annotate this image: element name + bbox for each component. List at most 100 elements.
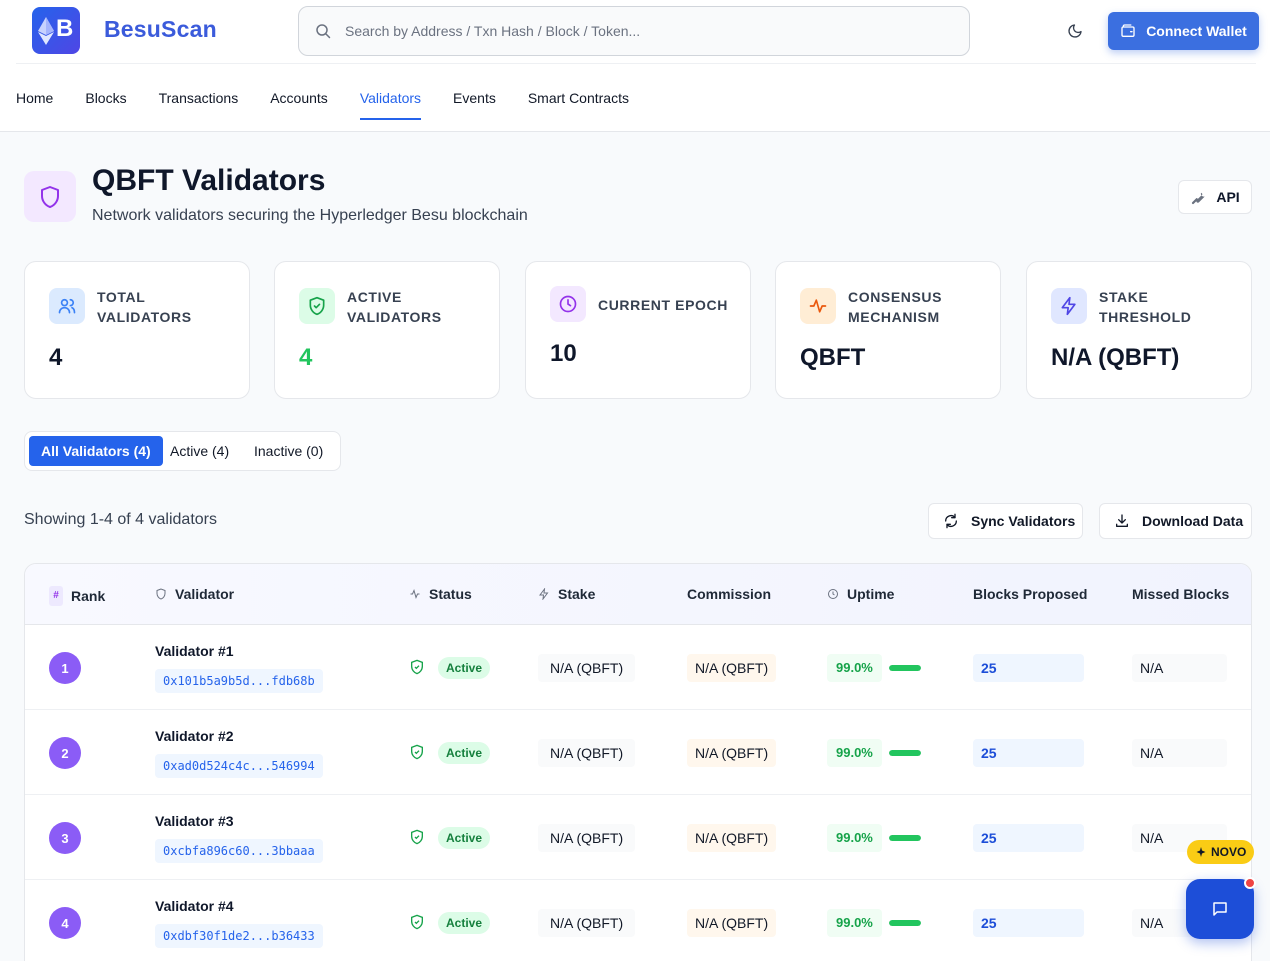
column-stake[interactable]: Stake [538, 586, 595, 602]
validator-name[interactable]: Validator #4 [155, 898, 234, 914]
validator-name[interactable]: Validator #3 [155, 813, 234, 829]
column-uptime-label: Uptime [847, 586, 895, 602]
stat-value: 10 [550, 340, 577, 367]
uptime-bar-fill [889, 920, 921, 926]
page-title: QBFT Validators [92, 164, 326, 197]
shield-check-icon [299, 288, 335, 324]
commission-value: N/A (QBFT) [687, 909, 777, 937]
search-icon [316, 24, 331, 39]
download-data-label: Download Data [1142, 513, 1244, 529]
logo[interactable]: B [32, 7, 80, 54]
novo-label: NOVO [1211, 845, 1247, 859]
column-rank[interactable]: # Rank [49, 586, 105, 606]
page-title-icon [24, 171, 76, 222]
validator-address[interactable]: 0xdbf30f1de2...b36433 [155, 924, 323, 948]
nav-blocks[interactable]: Blocks [85, 88, 126, 120]
zap-icon [1051, 288, 1087, 324]
stat-label: Total Validators [97, 289, 192, 325]
nav-events[interactable]: Events [453, 88, 496, 120]
stat-value: 4 [49, 344, 63, 371]
column-rank-label: Rank [71, 588, 106, 604]
uptime-bar-fill [889, 665, 921, 671]
column-missed-blocks-label: Missed Blocks [1132, 586, 1230, 602]
connect-wallet-label: Connect Wallet [1146, 23, 1247, 39]
column-status[interactable]: Status [409, 586, 472, 602]
validator-name[interactable]: Validator #1 [155, 643, 234, 659]
nav-smart-contracts[interactable]: Smart Contracts [528, 88, 629, 120]
sparkle-icon [1196, 847, 1206, 857]
uptime-value: 99.0% [827, 739, 882, 767]
blocks-proposed-value: 25 [973, 739, 1084, 767]
table-row[interactable]: 3 Validator #3 0xcbfa896c60...3bbaaa Act… [25, 795, 1251, 880]
search-input[interactable] [345, 23, 925, 39]
stat-label: Current Epoch [598, 297, 728, 313]
validator-name[interactable]: Validator #2 [155, 728, 234, 744]
chat-button[interactable] [1186, 879, 1254, 939]
uptime-value: 99.0% [827, 909, 882, 937]
clock-icon [828, 589, 838, 599]
table-row[interactable]: 1 Validator #1 0x101b5a9b5d...fdb68b Act… [25, 625, 1251, 710]
stake-value: N/A (QBFT) [538, 909, 636, 937]
brand-name[interactable]: BesuScan [104, 16, 217, 43]
column-validator-label: Validator [175, 586, 235, 602]
validator-address[interactable]: 0x101b5a9b5d...fdb68b [155, 669, 323, 693]
download-data-button[interactable]: Download Data [1099, 503, 1252, 539]
shield-icon [156, 588, 166, 600]
novo-badge[interactable]: NOVO [1187, 840, 1255, 864]
tab-active[interactable]: Active (4) [158, 436, 241, 466]
stat-card-consensus: Consensus Mechanism QBFT [775, 261, 1001, 399]
nav-accounts[interactable]: Accounts [270, 88, 328, 120]
validator-address[interactable]: 0xad0d524c4c...546994 [155, 754, 323, 778]
stat-card-active-validators: Active Validators 4 [274, 261, 500, 399]
tab-all-validators[interactable]: All Validators (4) [29, 436, 163, 466]
refresh-icon [945, 513, 957, 529]
shield-check-icon [411, 914, 423, 930]
nav-transactions[interactable]: Transactions [159, 88, 239, 120]
rank-badge: 3 [49, 822, 81, 854]
activity-icon [800, 288, 836, 324]
shield-check-icon [411, 659, 423, 675]
column-commission[interactable]: Commission [687, 586, 771, 602]
stat-value: N/A (QBFT) [1051, 344, 1180, 371]
uptime-value: 99.0% [827, 654, 882, 682]
uptime-bar-fill [889, 750, 921, 756]
sync-validators-label: Sync Validators [971, 513, 1076, 529]
uptime-bar [889, 835, 921, 841]
rank-badge: 4 [49, 907, 81, 939]
main-nav: Home Blocks Transactions Accounts Valida… [16, 88, 661, 120]
blocks-proposed-value: 25 [973, 909, 1084, 937]
theme-toggle-button[interactable] [1064, 20, 1086, 42]
download-icon [1116, 514, 1128, 527]
column-uptime[interactable]: Uptime [827, 586, 894, 602]
clock-icon [550, 286, 586, 322]
connect-wallet-button[interactable]: Connect Wallet [1108, 12, 1259, 50]
activity-icon [410, 589, 420, 599]
column-stake-label: Stake [558, 586, 596, 602]
nav-home[interactable]: Home [16, 88, 53, 120]
stat-card-stake-threshold: Stake Threshold N/A (QBFT) [1026, 261, 1252, 399]
blocks-proposed-value: 25 [973, 654, 1084, 682]
header-divider [16, 63, 1256, 64]
column-blocks-proposed[interactable]: Blocks Proposed [973, 586, 1087, 602]
showing-count: Showing 1-4 of 4 validators [24, 511, 217, 528]
search-bar[interactable] [298, 6, 970, 56]
notification-dot [1244, 877, 1256, 889]
chat-icon [1213, 902, 1227, 916]
column-status-label: Status [429, 586, 472, 602]
users-icon [49, 288, 85, 324]
commission-value: N/A (QBFT) [687, 654, 777, 682]
validator-address[interactable]: 0xcbfa896c60...3bbaaa [155, 839, 323, 863]
table-header: # Rank Validator Status Stake Commission… [25, 564, 1251, 625]
tab-inactive[interactable]: Inactive (0) [242, 436, 335, 466]
stat-card-total-validators: Total Validators 4 [24, 261, 250, 399]
nav-validators[interactable]: Validators [359, 88, 422, 120]
status-badge: Active [438, 827, 491, 849]
column-validator[interactable]: Validator [155, 586, 234, 602]
page-subtitle: Network validators securing the Hyperled… [92, 207, 528, 224]
top-header: B BesuScan Connect Wallet Home Blocks Tr… [0, 0, 1270, 132]
column-missed-blocks[interactable]: Missed Blocks [1132, 586, 1229, 602]
table-row[interactable]: 2 Validator #2 0xad0d524c4c...546994 Act… [25, 710, 1251, 795]
sync-validators-button[interactable]: Sync Validators [928, 503, 1083, 539]
api-button[interactable]: API [1178, 180, 1252, 214]
table-row[interactable]: 4 Validator #4 0xdbf30f1de2...b36433 Act… [25, 880, 1251, 961]
